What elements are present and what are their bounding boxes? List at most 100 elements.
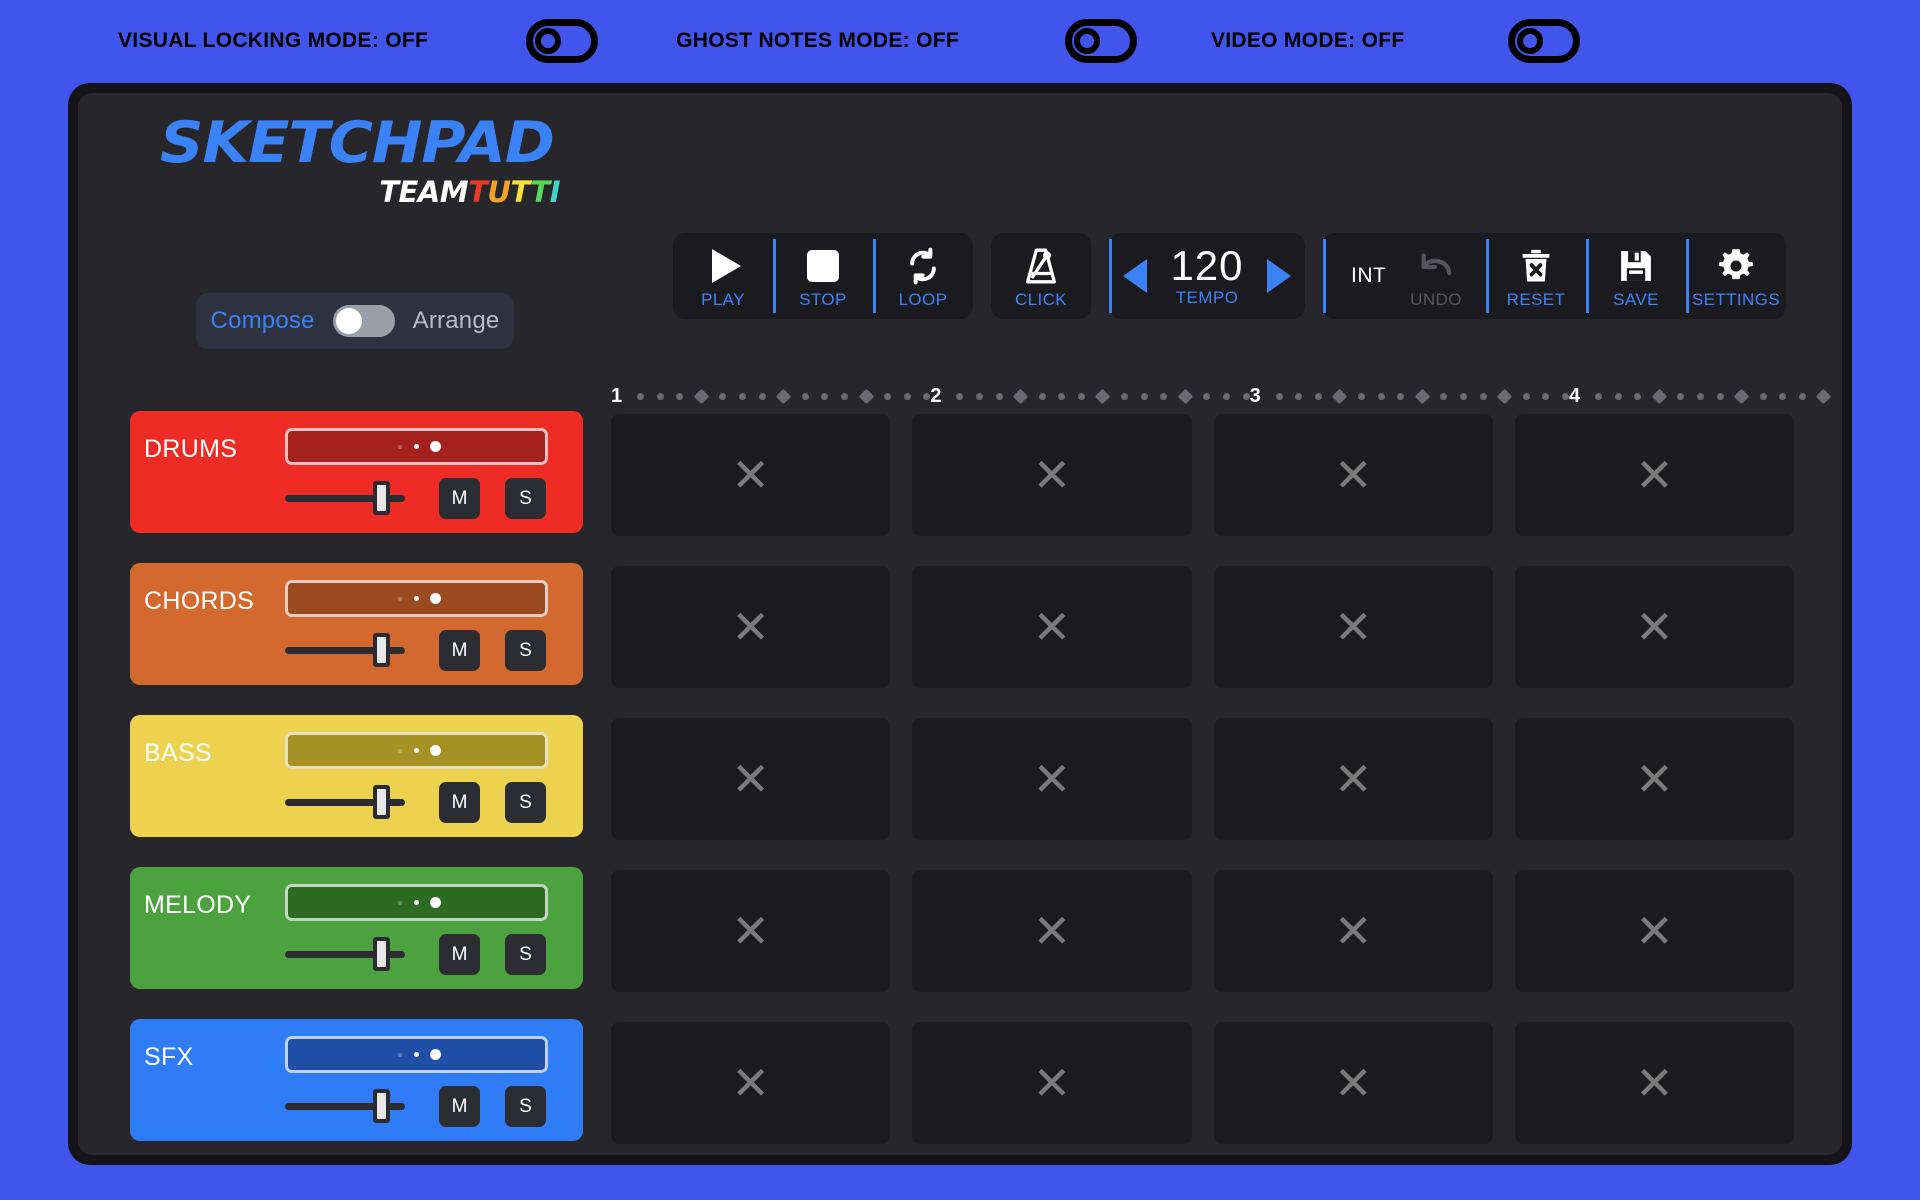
reset-button[interactable]: RESET <box>1486 233 1586 319</box>
logo-tutti-letter-4: T <box>530 175 550 209</box>
compose-arrange-switch[interactable] <box>332 305 395 337</box>
arrange-label[interactable]: Arrange <box>413 307 500 335</box>
loop-label: LOOP <box>898 289 948 309</box>
solo-button-melody[interactable]: S <box>505 934 546 975</box>
tick-marker-icon <box>1716 392 1724 400</box>
play-button[interactable]: PLAY <box>673 233 773 319</box>
volume-slider-sfx[interactable] <box>285 1089 405 1123</box>
tick-marker-icon <box>1295 392 1303 400</box>
track-chords[interactable]: CHORDS M S <box>130 563 583 685</box>
empty-clip-slot[interactable]: ✕ <box>1213 718 1493 840</box>
solo-button-bass[interactable]: S <box>505 782 546 823</box>
empty-clip-slot[interactable]: ✕ <box>1514 414 1794 536</box>
logo-team-text: TEAM <box>379 175 469 209</box>
slider-knob[interactable] <box>373 1089 390 1123</box>
empty-clip-slot[interactable]: ✕ <box>611 1022 891 1144</box>
compose-label[interactable]: Compose <box>211 307 315 335</box>
empty-clip-slot[interactable]: ✕ <box>1213 1022 1493 1144</box>
solo-button-chords[interactable]: S <box>505 630 546 671</box>
empty-clip-slot[interactable]: ✕ <box>912 870 1192 992</box>
empty-clip-slot[interactable]: ✕ <box>1213 870 1493 992</box>
empty-clip-slot[interactable]: ✕ <box>1514 1022 1794 1144</box>
stop-button[interactable]: STOP <box>773 233 873 319</box>
empty-clip-slot[interactable]: ✕ <box>912 718 1192 840</box>
track-pad-melody[interactable] <box>285 884 548 921</box>
mute-button-bass[interactable]: M <box>439 782 480 823</box>
x-icon: ✕ <box>1032 753 1072 805</box>
tick-marker-icon <box>1459 392 1467 400</box>
undo-icon <box>1415 243 1457 289</box>
x-icon: ✕ <box>1635 601 1674 653</box>
volume-slider-chords[interactable] <box>285 633 405 667</box>
beat-marker-icon <box>1414 388 1431 404</box>
empty-clip-slot[interactable]: ✕ <box>1514 566 1794 688</box>
empty-clip-slot[interactable]: ✕ <box>912 1022 1192 1144</box>
bar-number: 1 <box>611 384 623 407</box>
solo-button-drums[interactable]: S <box>505 478 546 519</box>
track-pad-sfx[interactable] <box>285 1036 548 1073</box>
track-bass[interactable]: BASS M S <box>130 715 583 837</box>
slider-knob[interactable] <box>373 785 390 819</box>
pad-dot <box>398 1052 402 1057</box>
click-button[interactable]: CLICK <box>991 233 1091 319</box>
logo-tutti-letter-1: T <box>468 175 488 209</box>
settings-button[interactable]: SETTINGS <box>1686 233 1786 319</box>
track-pad-chords[interactable] <box>285 580 548 617</box>
mute-label: M <box>451 791 468 813</box>
bar-ruler-column: 4 <box>1569 385 1842 408</box>
tempo-decrease-button[interactable] <box>1123 259 1147 293</box>
view-mode-toggle[interactable]: Compose Arrange <box>196 293 514 349</box>
solo-button-sfx[interactable]: S <box>505 1086 546 1127</box>
empty-clip-slot[interactable]: ✕ <box>1213 414 1493 536</box>
x-icon: ✕ <box>731 449 770 501</box>
bar-number: 3 <box>1249 384 1261 407</box>
mute-button-melody[interactable]: M <box>439 934 480 975</box>
track-melody[interactable]: MELODY M S <box>130 867 583 989</box>
empty-clip-slot[interactable]: ✕ <box>611 870 891 992</box>
tempo-readout: 120 TEMPO <box>1153 244 1261 308</box>
save-button[interactable]: SAVE <box>1586 233 1686 319</box>
mute-button-drums[interactable]: M <box>439 478 480 519</box>
volume-slider-melody[interactable] <box>285 937 405 971</box>
volume-slider-drums[interactable] <box>285 481 405 515</box>
empty-clip-slot[interactable]: ✕ <box>1514 718 1794 840</box>
pad-dot <box>398 444 402 449</box>
x-icon: ✕ <box>1032 449 1072 501</box>
slider-knob[interactable] <box>373 937 390 971</box>
pad-dot <box>414 748 419 753</box>
tempo-value: 120 <box>1170 242 1244 289</box>
ghost-notes-mode-toggle[interactable] <box>1064 19 1137 63</box>
mode-group-video: VIDEO MODE: OFF <box>1211 19 1659 63</box>
track-pad-bass[interactable] <box>285 732 548 769</box>
x-icon: ✕ <box>731 601 770 653</box>
tick-marker-icon <box>840 392 848 400</box>
mute-button-sfx[interactable]: M <box>439 1086 480 1127</box>
mute-button-chords[interactable]: M <box>439 630 480 671</box>
visual-locking-mode-toggle[interactable] <box>526 19 599 63</box>
video-mode-toggle[interactable] <box>1508 19 1581 63</box>
track-list: DRUMS M S CHORDS M S BASS M S MELODY M S… <box>130 411 583 1155</box>
tick-marker-icon <box>1377 392 1385 400</box>
slider-knob[interactable] <box>373 481 390 515</box>
toggle-knob <box>1517 28 1544 54</box>
empty-clip-slot[interactable]: ✕ <box>611 414 891 536</box>
track-name-label: BASS <box>144 739 212 767</box>
empty-clip-slot[interactable]: ✕ <box>1514 870 1794 992</box>
loop-button[interactable]: LOOP <box>873 233 973 319</box>
reset-label: RESET <box>1506 289 1566 309</box>
tempo-increase-button[interactable] <box>1267 259 1291 293</box>
slider-knob[interactable] <box>373 633 390 667</box>
track-pad-drums[interactable] <box>285 428 548 465</box>
tick-marker-icon <box>738 392 746 400</box>
empty-clip-slot[interactable]: ✕ <box>912 414 1192 536</box>
empty-clip-slot[interactable]: ✕ <box>912 566 1192 688</box>
track-sfx[interactable]: SFX M S <box>130 1019 583 1141</box>
volume-slider-bass[interactable] <box>285 785 405 819</box>
tick-marker-icon <box>1140 392 1148 400</box>
track-drums[interactable]: DRUMS M S <box>130 411 583 533</box>
empty-clip-slot[interactable]: ✕ <box>611 718 891 840</box>
empty-clip-slot[interactable]: ✕ <box>611 566 891 688</box>
ghost-notes-mode-label: GHOST NOTES MODE: OFF <box>676 29 959 52</box>
empty-clip-slot[interactable]: ✕ <box>1213 566 1493 688</box>
undo-button[interactable]: UNDO <box>1386 233 1486 319</box>
